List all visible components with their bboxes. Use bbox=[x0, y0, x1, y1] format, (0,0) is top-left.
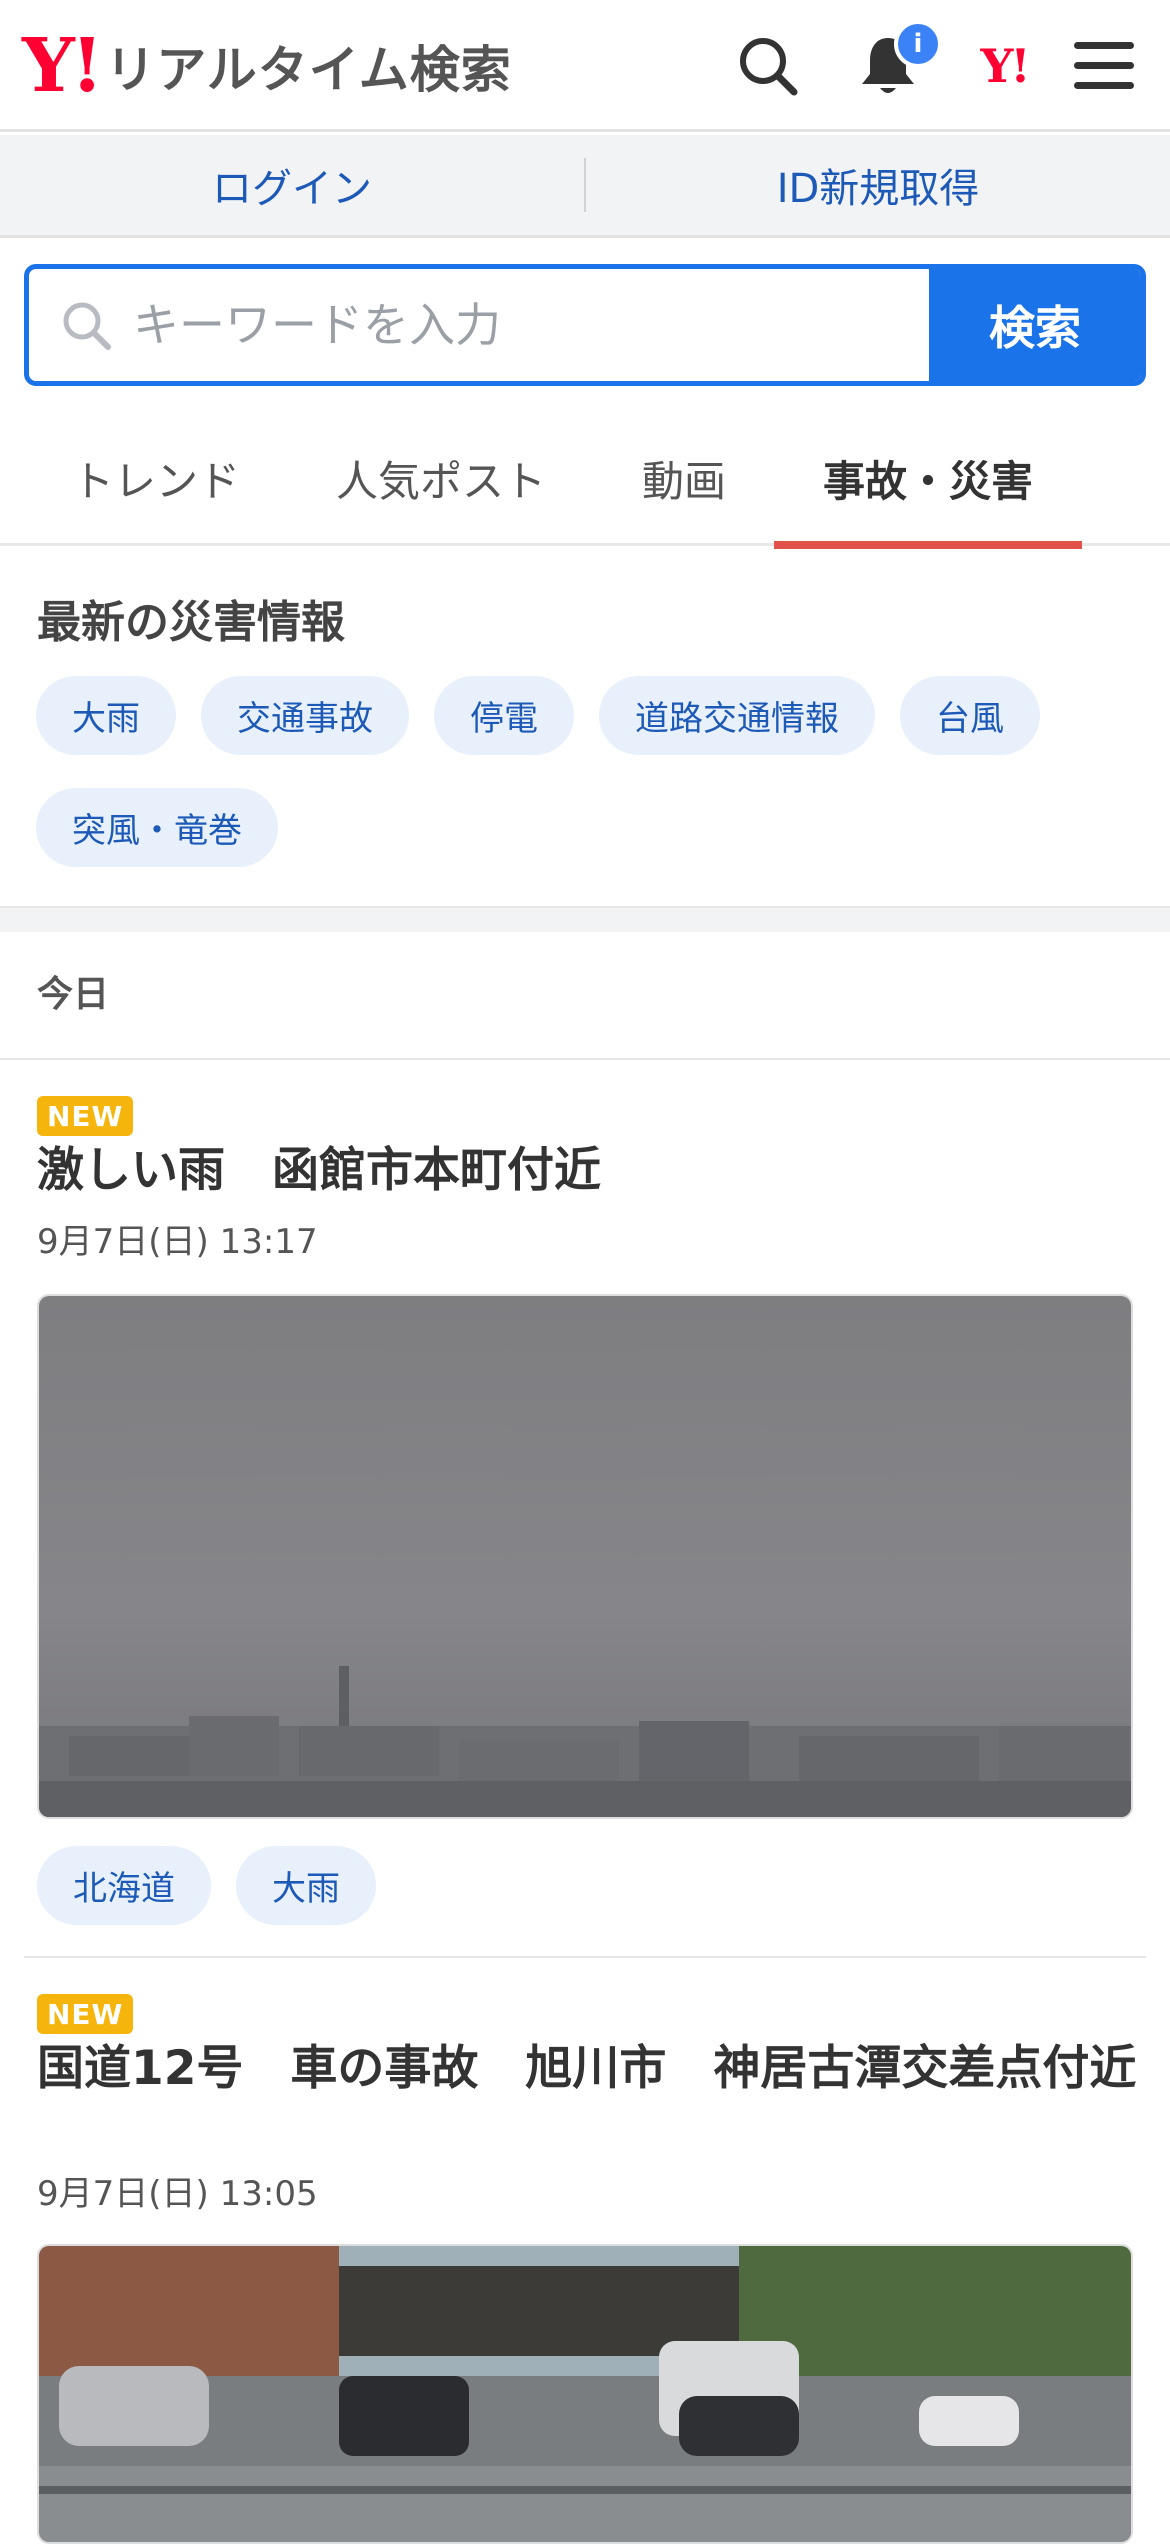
post-photo[interactable] bbox=[37, 1294, 1133, 1819]
tab-trend[interactable]: トレンド bbox=[44, 410, 268, 546]
login-link[interactable]: ログイン bbox=[0, 156, 584, 214]
tab-video[interactable]: 動画 bbox=[610, 410, 758, 546]
chip-road-traffic[interactable]: 道路交通情報 bbox=[599, 676, 875, 755]
section-separator bbox=[0, 906, 1170, 932]
disaster-info-title: 最新の災害情報 bbox=[37, 597, 345, 648]
new-badge: NEW bbox=[37, 1994, 134, 2034]
app-header: Y! リアルタイム検索 i Y! bbox=[0, 0, 1170, 132]
chip-heavy-rain[interactable]: 大雨 bbox=[36, 676, 176, 755]
post-card[interactable]: NEW 激しい雨 函館市本町付近 9月7日(日) 13:17 北海道 大雨 bbox=[24, 1096, 1146, 1926]
yahoo-mark: Y! bbox=[980, 39, 1030, 93]
yahoo-realtime-logo[interactable]: Y! リアルタイム検索 bbox=[22, 26, 512, 106]
post-date: 9月7日(日) 13:05 bbox=[37, 2174, 318, 2214]
search-button[interactable]: 検索 bbox=[929, 269, 1141, 381]
chip-gust-tornado[interactable]: 突風・竜巻 bbox=[36, 788, 278, 867]
category-tabs: トレンド 人気ポスト 動画 事故・災害 bbox=[0, 410, 1170, 549]
search-input[interactable] bbox=[133, 298, 833, 352]
new-badge: NEW bbox=[37, 1096, 134, 1136]
tag-hokkaido[interactable]: 北海道 bbox=[37, 1846, 211, 1925]
notification-bell-icon[interactable]: i bbox=[850, 20, 942, 104]
tag-heavy-rain[interactable]: 大雨 bbox=[236, 1846, 376, 1925]
divider bbox=[24, 1956, 1146, 1958]
post-photo[interactable] bbox=[37, 2244, 1133, 2544]
search-field[interactable] bbox=[29, 269, 929, 381]
post-date: 9月7日(日) 13:17 bbox=[37, 1222, 318, 1262]
search-icon[interactable] bbox=[730, 28, 806, 104]
post-title[interactable]: 国道12号 車の事故 旭川市 神居古潭交差点付近 bbox=[37, 2042, 1137, 2096]
post-card[interactable]: NEW 国道12号 車の事故 旭川市 神居古潭交差点付近 9月7日(日) 13:… bbox=[24, 1994, 1146, 2544]
chip-traffic-accident[interactable]: 交通事故 bbox=[201, 676, 409, 755]
section-label-today: 今日 bbox=[37, 974, 110, 1015]
tab-popular-posts[interactable]: 人気ポスト bbox=[322, 410, 560, 546]
divider bbox=[0, 1058, 1170, 1060]
post-title[interactable]: 激しい雨 函館市本町付近 bbox=[37, 1144, 1137, 1198]
account-bar: ログイン ID新規取得 bbox=[0, 135, 1170, 238]
post-tags: 北海道 大雨 bbox=[37, 1846, 376, 1925]
search-field-icon bbox=[63, 302, 111, 350]
search-box: 検索 bbox=[24, 264, 1146, 386]
signup-link[interactable]: ID新規取得 bbox=[586, 156, 1170, 214]
chip-power-outage[interactable]: 停電 bbox=[434, 676, 574, 755]
disaster-chips: 大雨 交通事故 停電 道路交通情報 台風 突風・竜巻 bbox=[36, 676, 1136, 867]
notification-badge: i bbox=[894, 20, 942, 68]
logo-mark: Y! bbox=[22, 23, 103, 109]
logo-text: リアルタイム検索 bbox=[105, 41, 512, 99]
chip-typhoon[interactable]: 台風 bbox=[900, 676, 1040, 755]
tab-accident-disaster[interactable]: 事故・災害 bbox=[774, 410, 1082, 549]
hamburger-menu-icon[interactable] bbox=[1066, 28, 1142, 104]
yahoo-japan-icon[interactable]: Y! bbox=[966, 28, 1042, 104]
